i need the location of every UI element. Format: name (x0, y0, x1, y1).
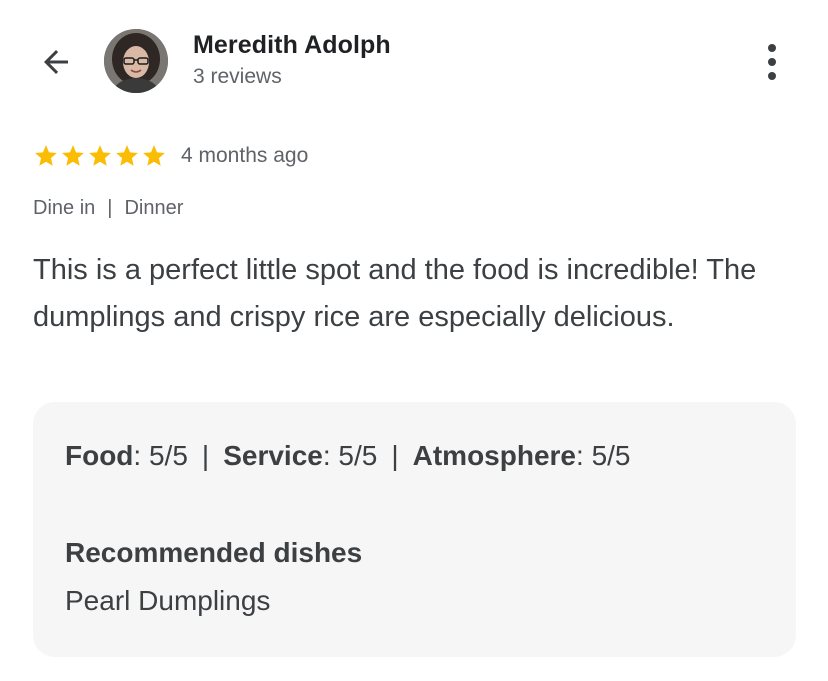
separator: | (107, 197, 113, 219)
back-button[interactable] (34, 40, 78, 84)
reviewer-avatar[interactable] (104, 29, 168, 93)
aspect-service: Service: 5/5 (223, 440, 378, 471)
separator: | (201, 440, 210, 471)
star-rating (33, 143, 167, 169)
star-icon (35, 145, 57, 166)
arrow-left-icon (44, 50, 68, 74)
rating-row: 4 months ago (33, 140, 308, 172)
star-icon (143, 145, 165, 166)
aspect-food: Food: 5/5 (65, 440, 188, 471)
review-time: 4 months ago (181, 144, 309, 167)
meal-type: Dinner (124, 197, 184, 219)
aspect-atmosphere: Atmosphere: 5/5 (412, 440, 631, 471)
separator: | (391, 440, 399, 471)
review-details-card: Food: 5/5 | Service: 5/5 | Atmosphere: 5… (33, 402, 796, 657)
aspect-ratings: Food: 5/5 | Service: 5/5 | Atmosphere: 5… (65, 440, 631, 472)
star-icon (62, 145, 84, 166)
avatar-photo (104, 29, 168, 93)
star-icon (116, 145, 138, 166)
review-header: Meredith Adolph 3 reviews (0, 0, 828, 120)
reviewer-name[interactable]: Meredith Adolph (193, 31, 391, 60)
recommended-dish: Pearl Dumplings (65, 585, 271, 616)
star-icon (89, 145, 111, 166)
more-options-button[interactable] (752, 38, 792, 86)
more-vertical-icon (768, 44, 776, 52)
service-type: Dine in (33, 197, 96, 219)
reviewer-review-count: 3 reviews (193, 65, 282, 88)
visit-details: Dine in | Dinner (33, 197, 183, 220)
review-text: This is a perfect little spot and the fo… (33, 254, 757, 333)
recommended-dishes-title: Recommended dishes (65, 537, 363, 568)
